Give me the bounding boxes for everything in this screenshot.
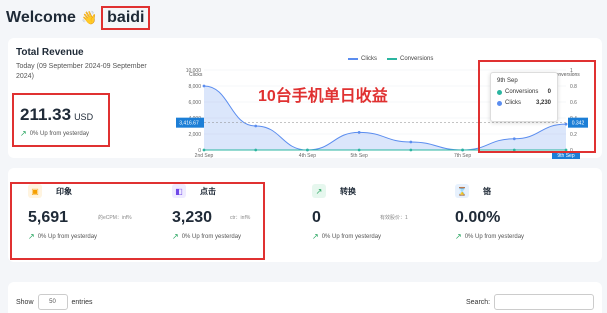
clicks-point [357, 131, 361, 134]
legend-item-clicks[interactable]: Clicks [348, 56, 377, 62]
entries-label: entries [71, 298, 93, 306]
trend-up-icon: ↗ [28, 232, 35, 241]
stats-card: ▣ 印象 5,691 的eCPM：inf% ↗ 0% Up from yester… [8, 168, 602, 262]
revenue-growth-text: 0% Up from yesterday [29, 130, 90, 137]
stat-growth-text: 0% Up from yesterday [321, 233, 382, 240]
wave-icon: 👋 [80, 10, 98, 25]
stat-growth-text: 0% Up from yesterday [181, 233, 242, 240]
conversions-dot-icon [497, 89, 502, 95]
stat-growth: ↗ 0% Up from yesterday [312, 232, 381, 241]
trend-up-icon: ↗ [312, 232, 319, 241]
conversions-point [357, 148, 361, 152]
x-tick-label: 7th Sep [454, 153, 471, 159]
revenue-currency: USD [74, 112, 94, 122]
stat-growth-text: 0% Up from yesterday [37, 233, 98, 240]
y-left-tick-label: 6,000 [188, 100, 201, 106]
tooltip-value: 0 [547, 89, 551, 95]
stat-label: 转换 [340, 187, 356, 196]
conversions-icon: ↗ [312, 184, 326, 198]
stat-value: 0 [312, 209, 321, 226]
revenue-title: Total Revenue [16, 47, 84, 58]
revenue-date-range: Today (09 September 2024-09 September 20… [16, 63, 147, 80]
stat-side-text: ctr：inf% [230, 215, 251, 221]
trend-up-icon: ↗ [455, 232, 462, 241]
clicks-point [202, 84, 206, 88]
conversions-point [254, 148, 258, 152]
tooltip-label: Conversions [505, 89, 539, 95]
y-left-tick-label: 2,000 [188, 132, 201, 138]
x-tick-label: 4th Sep [299, 153, 316, 159]
stat-value: 0.00% [455, 209, 501, 226]
trend-up-icon: ↗ [172, 232, 179, 241]
clicks-point [254, 124, 258, 128]
stat-growth: ↗ 0% Up from yesterday [28, 232, 97, 241]
entries-control: Show 50 entries [16, 294, 93, 310]
tooltip-label: Clicks [505, 100, 521, 106]
page-header: Welcome 👋 baidi [6, 4, 151, 32]
username: baidi [101, 6, 151, 30]
revenue-highlight: 211.33 USD ↗ 0% Up from yesterday [12, 93, 110, 147]
tooltip-highlight: 9th Sep Conversions 0 Clicks 3,230 [478, 60, 596, 153]
stat-label: 铬 [483, 187, 491, 196]
legend-label-clicks: Clicks [361, 56, 377, 62]
stat-label: 印象 [56, 187, 72, 196]
search-input[interactable] [494, 294, 595, 310]
chart-annotation: 10台手机单日收益 [258, 88, 388, 105]
y-left-marker-label: 3,416.67 [179, 121, 199, 127]
x-tick-label: 9th Sep [557, 153, 574, 159]
x-tick-label: 5th Sep [351, 153, 368, 159]
clicks-point [409, 140, 413, 144]
conversions-legend-icon [387, 58, 397, 60]
y-left-tick-label: 10,000 [186, 68, 202, 74]
entries-select[interactable]: 50 [37, 294, 68, 310]
search-control: Search: [466, 294, 595, 310]
search-label: Search: [466, 298, 491, 306]
stat-growth: ↗ 0% Up from yesterday [455, 232, 524, 241]
tooltip-date: 9th Sep [497, 78, 518, 84]
stat-value: 5,691 [28, 209, 69, 226]
legend-label-conversions: Conversions [400, 56, 434, 62]
impressions-icon: ▣ [28, 184, 42, 198]
conversions-point [306, 148, 309, 152]
chart-legend: Clicks Conversions [348, 56, 433, 62]
stat-side-text: 有效股价：1 [380, 215, 408, 221]
stat-side-text: 的eCPM：inf% [98, 215, 132, 221]
stat-value: 3,230 [172, 209, 213, 226]
hourglass-icon: ⌛ [455, 184, 469, 198]
revenue-card: Total Revenue Today (09 September 2024-0… [8, 38, 602, 159]
stat-growth-text: 0% Up from yesterday [464, 233, 525, 240]
conversions-point [202, 148, 206, 152]
revenue-amount: 211.33 USD [20, 105, 93, 125]
revenue-value: 211.33 [20, 105, 72, 124]
x-tick-label: 2nd Sep [195, 153, 214, 159]
clicks-legend-icon [348, 58, 358, 60]
tooltip-row-clicks: Clicks 3,230 [497, 100, 551, 106]
revenue-growth: ↗ 0% Up from yesterday [20, 129, 89, 138]
tooltip-value: 3,230 [535, 100, 551, 106]
stat-label: 点击 [200, 187, 216, 196]
legend-item-conversions[interactable]: Conversions [387, 56, 433, 62]
clicks-dot-icon [497, 100, 502, 106]
tooltip-row-conversions: Conversions 0 [497, 89, 551, 95]
clicks-icon: ◧ [172, 184, 186, 198]
chart-tooltip: 9th Sep Conversions 0 Clicks 3,230 [490, 72, 558, 122]
welcome-text: Welcome [6, 9, 76, 26]
conversions-point [409, 148, 413, 152]
table-card: Show 50 entries Search: [8, 282, 602, 313]
conversions-point [461, 148, 464, 152]
show-label: Show [16, 298, 34, 306]
y-left-tick-label: 8,000 [188, 84, 201, 90]
trend-up-icon: ↗ [20, 129, 27, 138]
stat-growth: ↗ 0% Up from yesterday [172, 232, 241, 241]
